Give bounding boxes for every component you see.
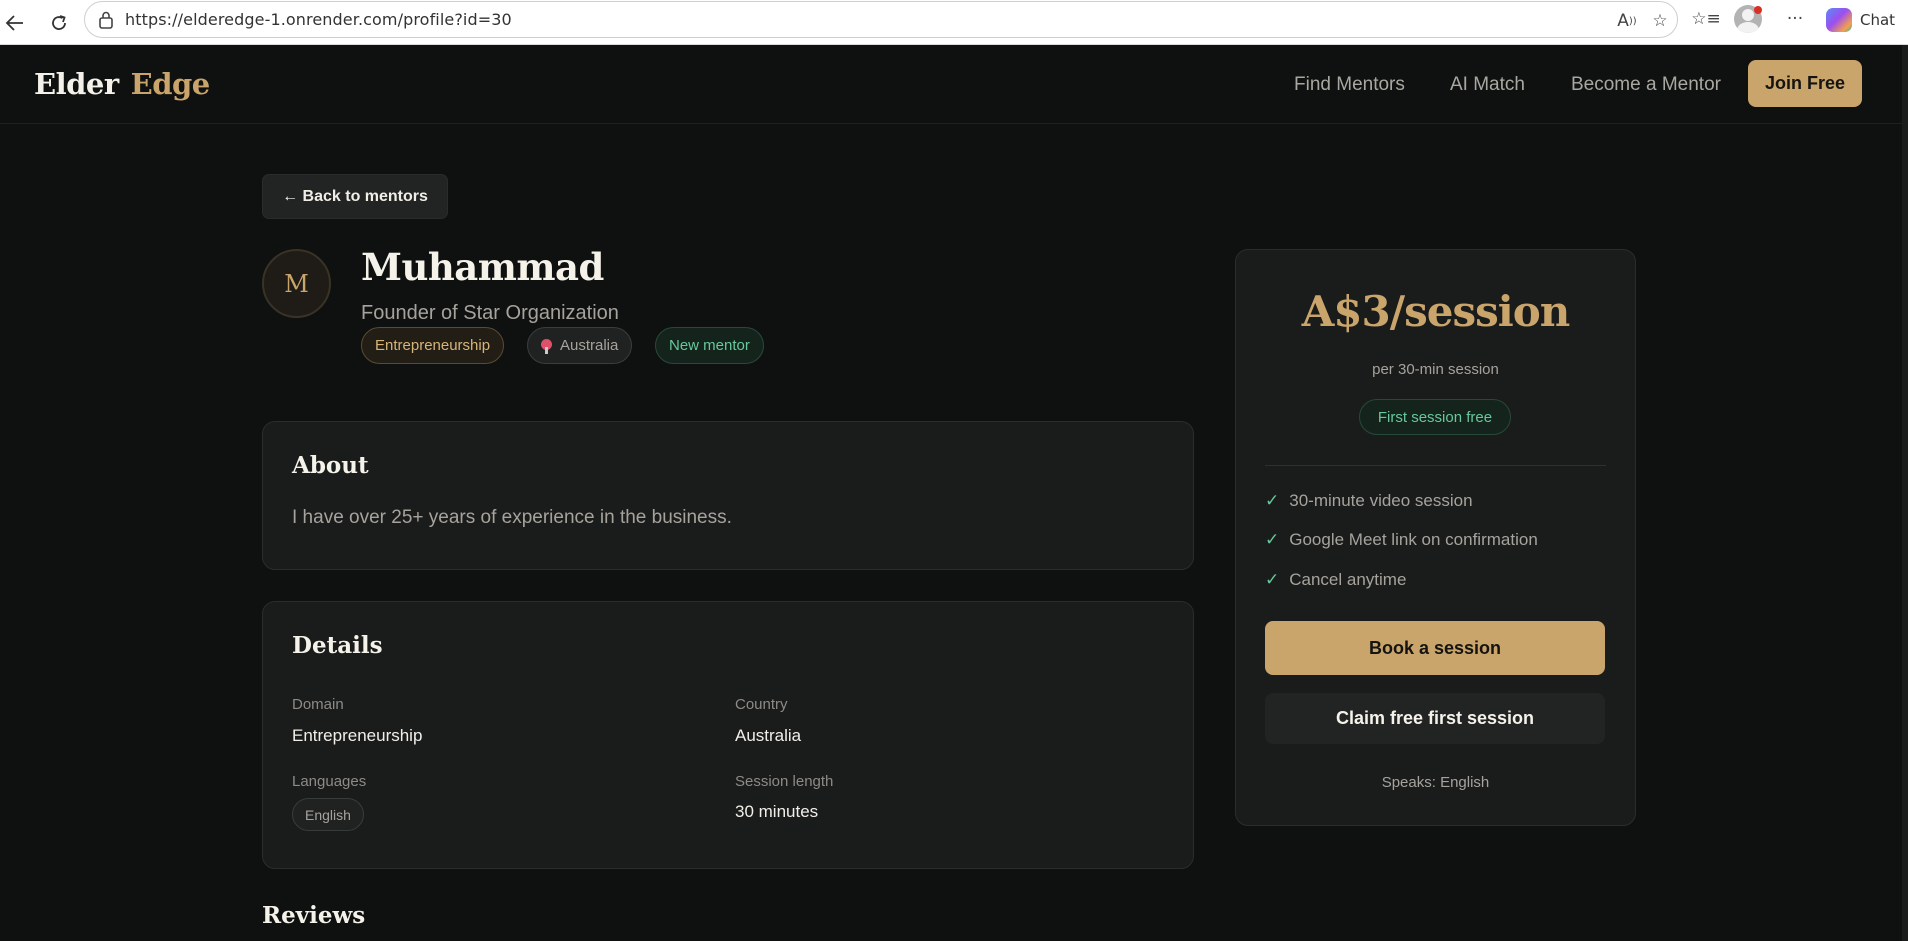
check-icon: ✓ xyxy=(1265,491,1280,510)
nav-become-mentor[interactable]: Become a Mentor xyxy=(1571,74,1721,96)
read-aloud-icon[interactable]: A)) xyxy=(1614,9,1640,33)
session-length-value: 30 minutes xyxy=(735,802,819,821)
brand-logo[interactable]: Elder Edge xyxy=(34,67,210,101)
notification-dot xyxy=(1754,6,1762,14)
feature-label: 30-minute video session xyxy=(1289,491,1473,510)
country-label: Country xyxy=(735,696,788,713)
speaks-languages: Speaks: English xyxy=(1381,774,1490,791)
about-heading: About xyxy=(292,452,369,479)
reload-icon[interactable] xyxy=(44,8,74,38)
country-value: Australia xyxy=(735,726,802,745)
language-pill: English xyxy=(292,798,364,831)
mentor-avatar: M xyxy=(262,249,331,318)
back-arrow-icon[interactable] xyxy=(0,8,30,38)
url-text[interactable]: https://elderedge-1.onrender.com/profile… xyxy=(125,10,512,29)
price-subtitle: per 30-min session xyxy=(1372,361,1499,378)
page: Elder Edge Find Mentors AI Match Become a… xyxy=(0,45,1908,941)
copilot-icon xyxy=(1826,8,1852,32)
about-text: I have over 25+ years of experience in t… xyxy=(292,507,732,528)
domain-tag: Entrepreneurship xyxy=(361,327,505,364)
feature-label: Google Meet link on confirmation xyxy=(1289,530,1538,549)
details-card: Details Domain Entrepreneurship Country … xyxy=(262,601,1194,869)
reviews-heading: Reviews xyxy=(262,902,366,929)
country-tag: Australia xyxy=(527,327,633,364)
more-icon[interactable]: ··· xyxy=(1782,7,1808,31)
session-length-label: Session length xyxy=(735,773,834,790)
nav-find-mentors[interactable]: Find Mentors xyxy=(1294,74,1405,96)
mentor-name: Muhammad xyxy=(361,245,604,289)
book-session-button[interactable]: Book a session xyxy=(1265,621,1605,675)
domain-value: Entrepreneurship xyxy=(292,726,423,745)
feature-item: ✓ Google Meet link on confirmation xyxy=(1265,530,1538,550)
check-icon: ✓ xyxy=(1265,530,1280,549)
brand-first: Elder xyxy=(34,67,119,101)
domain-label: Domain xyxy=(292,696,344,713)
feature-item: ✓ 30-minute video session xyxy=(1265,491,1473,511)
favorites-icon[interactable]: ☆≡ xyxy=(1691,7,1720,31)
pricing-card: A$3/session per 30-min session First ses… xyxy=(1235,249,1636,826)
pin-icon xyxy=(541,338,552,354)
divider xyxy=(1265,465,1606,466)
address-bar[interactable]: https://elderedge-1.onrender.com/profile… xyxy=(84,1,1678,38)
first-session-free-badge: First session free xyxy=(1359,399,1511,435)
browser-toolbar: https://elderedge-1.onrender.com/profile… xyxy=(0,0,1908,45)
back-to-mentors-button[interactable]: ← Back to mentors xyxy=(262,174,448,219)
chat-button[interactable]: Chat xyxy=(1826,6,1895,34)
scrollbar[interactable] xyxy=(1902,45,1908,941)
about-card: About I have over 25+ years of experienc… xyxy=(262,421,1194,570)
lock-icon[interactable] xyxy=(98,11,114,29)
check-icon: ✓ xyxy=(1265,570,1280,589)
chat-label: Chat xyxy=(1860,11,1896,29)
claim-free-session-button[interactable]: Claim free first session xyxy=(1265,693,1605,744)
favorite-star-icon[interactable]: ☆ xyxy=(1647,9,1673,33)
price: A$3/session xyxy=(1301,287,1571,336)
feature-item: ✓ Cancel anytime xyxy=(1265,570,1406,590)
country-tag-label: Australia xyxy=(560,337,619,354)
nav-ai-match[interactable]: AI Match xyxy=(1450,74,1525,96)
feature-label: Cancel anytime xyxy=(1289,570,1407,589)
details-heading: Details xyxy=(292,632,383,659)
new-mentor-tag: New mentor xyxy=(655,327,764,364)
top-nav: Elder Edge Find Mentors AI Match Become a… xyxy=(0,45,1908,124)
mentor-title: Founder of Star Organization xyxy=(361,302,619,324)
languages-label: Languages xyxy=(292,773,367,790)
join-free-button[interactable]: Join Free xyxy=(1748,60,1862,107)
brand-second: Edge xyxy=(130,67,211,101)
